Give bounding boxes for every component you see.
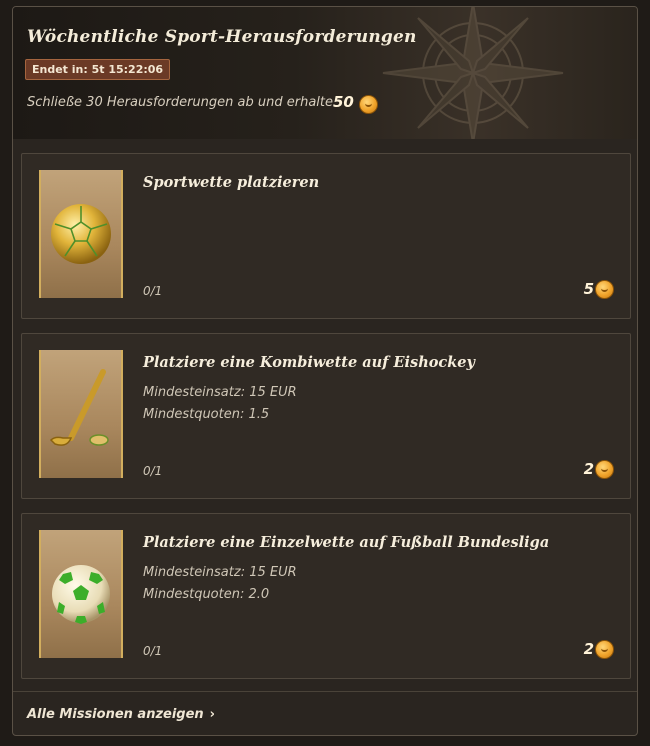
challenge-title: Sportwette platzieren [143, 174, 320, 191]
challenge-reward: 5 [584, 280, 614, 299]
chevron-right-icon: › [209, 707, 216, 722]
challenge-image [39, 350, 123, 478]
challenge-progress: 0/1 [143, 644, 163, 658]
reward-amount: 2 [583, 640, 594, 658]
footer-divider [13, 691, 637, 692]
challenge-title: Platziere eine Einzelwette auf Fußball B… [143, 534, 550, 551]
coin-icon [595, 280, 614, 299]
challenge-card[interactable]: Sportwette platzieren 0/1 5 [21, 153, 631, 319]
requirement-min-stake: Mindesteinsatz: 15 EUR [143, 385, 297, 400]
challenge-progress: 0/1 [143, 464, 163, 478]
challenges-header: Wöchentliche Sport-Herausforderungen End… [13, 7, 637, 139]
total-reward-amount: 50 [333, 93, 354, 111]
view-all-missions-link[interactable]: Alle Missionen anzeigen › [27, 707, 215, 722]
challenge-card[interactable]: Platziere eine Kombiwette auf Eishockey … [21, 333, 631, 499]
page-title: Wöchentliche Sport-Herausforderungen [27, 27, 417, 47]
challenge-reward: 2 [584, 640, 614, 659]
reward-amount: 5 [583, 280, 594, 298]
challenge-title: Platziere eine Kombiwette auf Eishockey [143, 354, 475, 371]
challenge-description: Schließe 30 Herausforderungen ab und erh… [27, 95, 333, 110]
view-all-missions-label: Alle Missionen anzeigen [27, 707, 204, 722]
coin-icon [359, 95, 378, 114]
challenge-reward: 2 [584, 460, 614, 479]
challenge-image [39, 530, 123, 658]
hockey-stick-icon [49, 369, 109, 446]
gold-soccer-ball-icon [51, 204, 111, 264]
reward-amount: 2 [583, 460, 594, 478]
countdown-badge: Endet in: 5t 15:22:06 [25, 59, 171, 80]
requirement-min-odds: Mindestquoten: 2.0 [143, 587, 270, 602]
green-soccer-ball-icon [52, 565, 110, 624]
challenge-progress: 0/1 [143, 284, 163, 298]
challenge-card[interactable]: Platziere eine Einzelwette auf Fußball B… [21, 513, 631, 679]
coin-icon [595, 640, 614, 659]
requirement-min-odds: Mindestquoten: 1.5 [143, 407, 270, 422]
coin-icon [595, 460, 614, 479]
challenges-panel: Wöchentliche Sport-Herausforderungen End… [12, 6, 638, 736]
challenge-image [39, 170, 123, 298]
requirement-min-stake: Mindesteinsatz: 15 EUR [143, 565, 297, 580]
